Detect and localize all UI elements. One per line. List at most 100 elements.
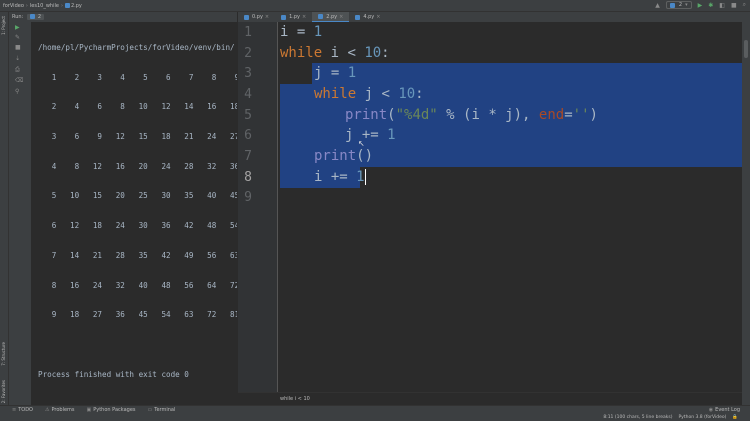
pin-icon[interactable]: ⚲: [15, 88, 19, 95]
code-token: =: [288, 24, 314, 40]
code-token: :: [415, 86, 424, 102]
run-tab[interactable]: 2: [27, 14, 45, 20]
breadcrumb-separator: ›: [60, 2, 63, 9]
code-token: % (i * j),: [437, 107, 539, 123]
mouse-pointer-icon: ↖: [358, 139, 365, 148]
project-tool-button[interactable]: 1: Project: [1, 16, 6, 35]
scrollbar-thumb[interactable]: [744, 40, 748, 58]
editor-tab[interactable]: 4.py ×: [349, 12, 386, 22]
print-icon[interactable]: ⎙: [15, 66, 20, 74]
code-token: =: [564, 107, 573, 123]
code-token: "%4d": [395, 107, 438, 123]
stop-icon[interactable]: ■: [731, 2, 737, 9]
breadcrumb-file[interactable]: 2.py: [71, 3, 82, 9]
coverage-icon[interactable]: ◧: [719, 2, 725, 9]
run-toolbar: ▶ ✎ ■ ⇣ ⎙ ⌫ ⚲: [9, 22, 31, 405]
console-output-line: 9 18 27 36 45 54 63 72 81: [38, 310, 237, 320]
run-tab-label: 2: [37, 14, 42, 20]
code-token: 10: [364, 45, 382, 61]
editor-tab-label: 4.py: [363, 14, 375, 20]
editor-tab[interactable]: 1.py ×: [275, 12, 312, 22]
bottom-tool-bar: ≡ TODO ⚠ Problems ▣ Python Packages ▭ Termin…: [0, 405, 750, 414]
python-interpreter[interactable]: Python 3.8 (forVideo): [678, 415, 726, 420]
line-number: 7: [244, 149, 252, 164]
code-line: while i < 10:: [280, 43, 390, 64]
console-output-line: 5 10 15 20 25 30 35 40 45: [38, 191, 237, 201]
line-number: 6: [244, 128, 252, 143]
tool-button-label: Event Log: [715, 407, 740, 413]
run-panel-label: Run:: [12, 14, 24, 20]
line-number: 1: [244, 25, 252, 40]
user-icon[interactable]: ▲: [655, 2, 660, 9]
run-console-output[interactable]: /home/pl/PycharmProjects/forVideo/venv/b…: [32, 22, 237, 405]
python-file-icon: [281, 14, 287, 20]
code-token: 10: [398, 86, 416, 102]
console-exit-message: Process finished with exit code 0: [38, 369, 189, 379]
code-line: print("%4d" % (i * j), end=''): [345, 105, 598, 126]
search-icon[interactable]: ⌕: [743, 1, 746, 9]
editor-tab-bar: 0.py × 1.py × 2.py × 4.py ×: [238, 12, 750, 22]
code-token: 1: [356, 169, 365, 185]
event-log-icon: ◉: [708, 407, 714, 413]
trash-icon[interactable]: ⌫: [15, 77, 23, 84]
code-token: print: [345, 107, 388, 123]
close-icon[interactable]: ×: [265, 14, 269, 20]
code-token: (): [356, 148, 374, 164]
python-file-icon: [244, 14, 249, 20]
stop-icon[interactable]: ■: [15, 44, 21, 51]
close-icon[interactable]: ×: [302, 14, 306, 20]
console-output-line: 1 2 3 4 5 6 7 8 9: [38, 72, 237, 82]
right-tool-strip: [742, 22, 750, 405]
left-tool-strip: 1: Project 7: Structure 2: Favorites: [0, 12, 9, 405]
terminal-icon: ▭: [147, 407, 153, 413]
line-number: 5: [244, 108, 252, 123]
todo-tool-button[interactable]: ≡ TODO: [12, 407, 33, 413]
code-line: j += 1: [345, 125, 396, 146]
code-token: 1: [347, 65, 357, 81]
editor-tab-active[interactable]: 2.py ×: [312, 12, 350, 22]
code-token: 1: [387, 127, 396, 143]
caret-position[interactable]: 8:11 (100 chars, 5 line breaks): [603, 415, 672, 420]
soft-wrap-icon[interactable]: ⇣: [15, 55, 20, 62]
close-icon[interactable]: ×: [339, 14, 343, 20]
console-output-line: 7 14 21 28 35 42 49 56 63: [38, 250, 237, 260]
run-icon[interactable]: ▶: [698, 2, 703, 9]
lock-icon[interactable]: 🔒: [732, 415, 738, 420]
python-file-icon: [64, 3, 70, 8]
code-token: =: [322, 65, 348, 81]
console-output-line: 3 6 9 12 15 18 21 24 27: [38, 132, 237, 142]
breadcrumb-folder[interactable]: les10_while: [30, 3, 59, 9]
code-editor[interactable]: i = 1 while i < 10: j = 1 while j < 10: …: [280, 22, 742, 392]
run-panel-header: Run: 2: [9, 12, 237, 22]
editor-tab-label: 2.py: [326, 13, 338, 20]
line-number: 9: [244, 190, 252, 205]
line-number-current: 8: [244, 170, 252, 185]
code-token: '': [572, 107, 590, 123]
debug-icon[interactable]: ✱: [708, 2, 713, 9]
code-token: while: [280, 45, 323, 61]
python-file-icon: [355, 14, 361, 20]
wrench-icon[interactable]: ✎: [15, 34, 20, 41]
problems-tool-button[interactable]: ⚠ Problems: [45, 407, 75, 413]
code-token: ): [589, 107, 598, 123]
run-configuration-label: 2: [678, 2, 683, 8]
code-line: while j < 10:: [314, 84, 424, 105]
console-output-line: 4 8 12 16 20 24 28 32 36: [38, 161, 237, 171]
terminal-tool-button[interactable]: ▭ Terminal: [148, 407, 176, 413]
line-number-gutter[interactable]: 1 2 3 4 5 6 7 8 9 💡: [238, 22, 294, 392]
rerun-icon[interactable]: ▶: [15, 24, 20, 31]
favorites-tool-button[interactable]: 2: Favorites: [1, 380, 6, 403]
breadcrumb-project[interactable]: forVideo: [3, 3, 24, 9]
code-context-crumb[interactable]: while i < 10: [280, 396, 310, 402]
tool-button-label: Terminal: [154, 407, 176, 413]
python-file-icon: [669, 2, 675, 8]
run-configuration-select[interactable]: 2 ▾: [665, 1, 692, 9]
structure-tool-button[interactable]: 7: Structure: [1, 342, 6, 366]
text-caret: [364, 169, 366, 185]
python-packages-tool-button[interactable]: ▣ Python Packages: [87, 407, 136, 413]
close-icon[interactable]: ×: [376, 14, 380, 20]
code-token: while: [314, 86, 357, 102]
event-log-button[interactable]: ◉ Event Log: [709, 407, 740, 413]
editor-tab[interactable]: 0.py ×: [238, 12, 275, 22]
tool-button-label: Python Packages: [93, 407, 136, 413]
